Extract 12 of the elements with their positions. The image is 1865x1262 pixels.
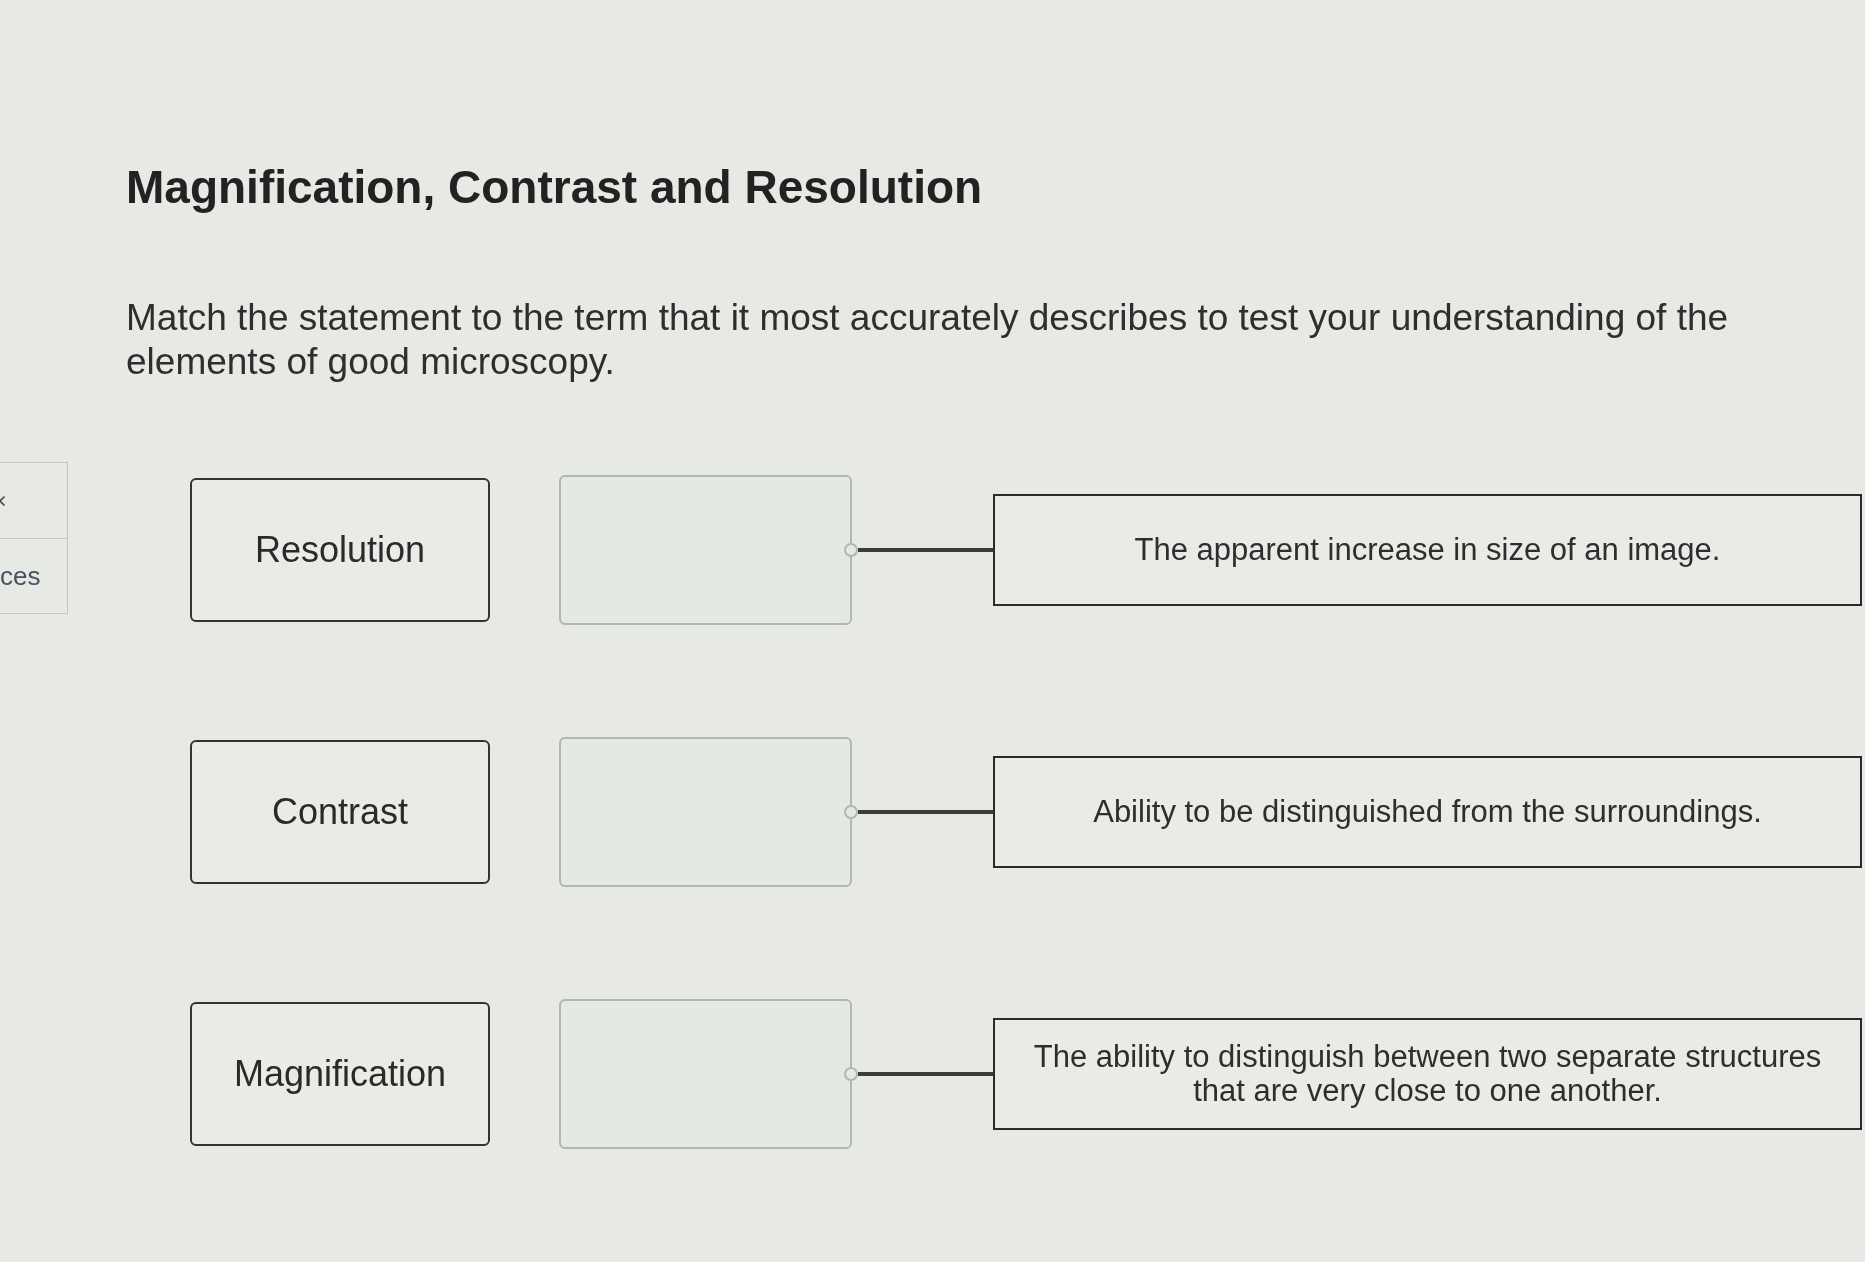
instructions-text: Match the statement to the term that it most accurately describes to test your understanding of the elements of good microscopy. xyxy=(126,296,1730,384)
answer-box[interactable] xyxy=(559,475,852,625)
term-card[interactable]: Resolution xyxy=(190,478,490,622)
page-title: Magnification, Contrast and Resolution xyxy=(126,160,983,214)
term-card[interactable]: Magnification xyxy=(190,1002,490,1146)
sidebar-tab-label[interactable]: ces xyxy=(0,563,41,589)
term-card[interactable]: Contrast xyxy=(190,740,490,884)
answer-box[interactable] xyxy=(559,999,852,1149)
answer-box[interactable] xyxy=(559,737,852,887)
statement-text: The apparent increase in size of an image. xyxy=(1134,533,1721,567)
statement-text: Ability to be distinguished from the surroundings. xyxy=(1093,795,1762,829)
statement-text: The ability to distinguish between two separate structures that are very close to one another. xyxy=(1032,1040,1823,1108)
